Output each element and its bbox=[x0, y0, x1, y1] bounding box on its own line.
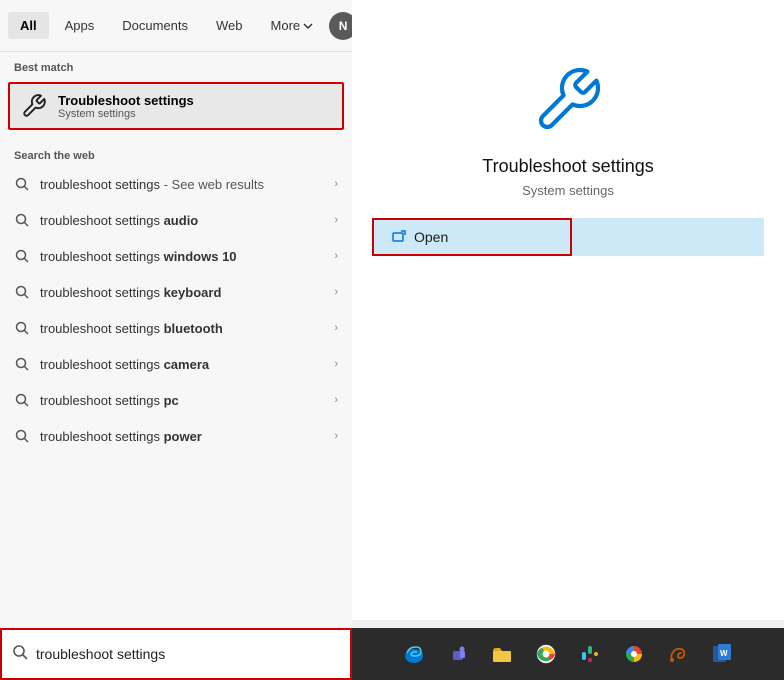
search-icon-4 bbox=[14, 320, 30, 336]
detail-title: Troubleshoot settings bbox=[482, 156, 653, 177]
chevron-down-icon bbox=[303, 21, 313, 31]
result-text-2: troubleshoot settings windows 10 bbox=[40, 249, 324, 264]
chevron-icon-0: › bbox=[334, 178, 338, 190]
result-text-7: troubleshoot settings power bbox=[40, 429, 324, 444]
detail-wrench-icon bbox=[528, 60, 608, 140]
tab-web[interactable]: Web bbox=[204, 12, 255, 39]
chevron-icon-7: › bbox=[334, 430, 338, 442]
result-item-1[interactable]: troubleshoot settings audio › bbox=[0, 202, 352, 238]
result-text-4: troubleshoot settings bluetooth bbox=[40, 321, 324, 336]
taskbar: W bbox=[352, 628, 784, 680]
open-button-row: Open bbox=[352, 218, 784, 256]
tab-more[interactable]: More bbox=[259, 12, 326, 39]
search-icon-2 bbox=[14, 248, 30, 264]
result-text-3: troubleshoot settings keyboard bbox=[40, 285, 324, 300]
search-input[interactable] bbox=[36, 646, 340, 662]
result-item-5[interactable]: troubleshoot settings camera › bbox=[0, 346, 352, 382]
tabs-row: All Apps Documents Web More N ··· ✕ bbox=[0, 0, 352, 52]
search-bar-icon bbox=[12, 644, 28, 665]
detail-panel: Troubleshoot settings System settings Op… bbox=[352, 0, 784, 620]
open-btn-extra bbox=[572, 218, 764, 256]
taskbar-paint-icon[interactable] bbox=[660, 636, 696, 672]
chevron-icon-5: › bbox=[334, 358, 338, 370]
result-item-0[interactable]: troubleshoot settings - See web results … bbox=[0, 166, 352, 202]
best-match-item[interactable]: Troubleshoot settings System settings bbox=[8, 82, 344, 130]
search-icon-5 bbox=[14, 356, 30, 372]
result-item-2[interactable]: troubleshoot settings windows 10 › bbox=[0, 238, 352, 274]
taskbar-chrome-icon[interactable] bbox=[528, 636, 564, 672]
search-icon-6 bbox=[14, 392, 30, 408]
search-icon-7 bbox=[14, 428, 30, 444]
web-search-section: Search the web troubleshoot settings - S… bbox=[0, 134, 352, 456]
taskbar-teams-icon[interactable] bbox=[440, 636, 476, 672]
taskbar-slack-icon[interactable] bbox=[572, 636, 608, 672]
wrench-icon bbox=[20, 92, 48, 120]
result-text-0: troubleshoot settings - See web results bbox=[40, 177, 324, 192]
search-icon-0 bbox=[14, 176, 30, 192]
chevron-icon-3: › bbox=[334, 286, 338, 298]
result-item-3[interactable]: troubleshoot settings keyboard › bbox=[0, 274, 352, 310]
best-match-text: Troubleshoot settings System settings bbox=[58, 93, 194, 120]
chevron-icon-1: › bbox=[334, 214, 338, 226]
taskbar-photos-icon[interactable] bbox=[616, 636, 652, 672]
detail-subtitle: System settings bbox=[522, 183, 614, 198]
web-section-label: Search the web bbox=[0, 140, 352, 166]
svg-text:W: W bbox=[720, 649, 728, 658]
taskbar-edge-icon[interactable] bbox=[396, 636, 432, 672]
result-item-4[interactable]: troubleshoot settings bluetooth › bbox=[0, 310, 352, 346]
taskbar-explorer-icon[interactable] bbox=[484, 636, 520, 672]
search-icon-1 bbox=[14, 212, 30, 228]
result-text-5: troubleshoot settings camera bbox=[40, 357, 324, 372]
chevron-icon-6: › bbox=[334, 394, 338, 406]
result-item-6[interactable]: troubleshoot settings pc › bbox=[0, 382, 352, 418]
open-button[interactable]: Open bbox=[372, 218, 572, 256]
taskbar-word-icon[interactable]: W bbox=[704, 636, 740, 672]
search-panel: All Apps Documents Web More N ··· ✕ Best… bbox=[0, 0, 352, 680]
search-bar[interactable] bbox=[0, 628, 352, 680]
tab-documents[interactable]: Documents bbox=[110, 12, 200, 39]
result-item-7[interactable]: troubleshoot settings power › bbox=[0, 418, 352, 454]
chevron-icon-2: › bbox=[334, 250, 338, 262]
chevron-icon-4: › bbox=[334, 322, 338, 334]
search-icon-3 bbox=[14, 284, 30, 300]
tab-all[interactable]: All bbox=[8, 12, 49, 39]
result-text-6: troubleshoot settings pc bbox=[40, 393, 324, 408]
open-icon bbox=[392, 230, 406, 244]
best-match-label: Best match bbox=[0, 52, 352, 78]
result-text-1: troubleshoot settings audio bbox=[40, 213, 324, 228]
tab-apps[interactable]: Apps bbox=[53, 12, 107, 39]
